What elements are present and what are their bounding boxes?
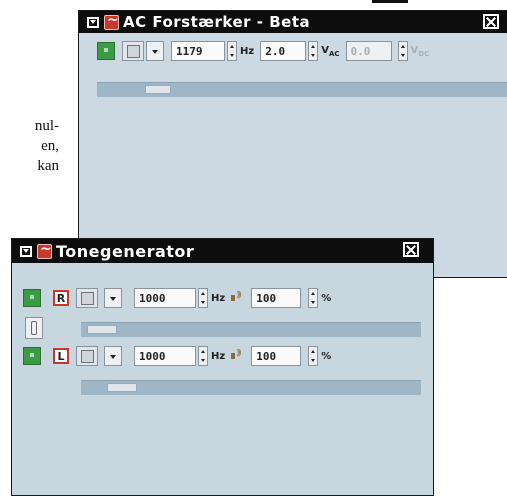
- voltage-unit: VAC: [321, 45, 339, 58]
- slider-thumb[interactable]: [107, 383, 137, 392]
- window-menu-icon[interactable]: [20, 245, 32, 257]
- frequency-slider[interactable]: [97, 82, 507, 97]
- document-text: nul- en, kan: [0, 116, 59, 176]
- voltage-unit-sub: AC: [328, 49, 340, 58]
- spinner-icon[interactable]: [397, 41, 408, 61]
- chevron-down-icon[interactable]: [104, 346, 122, 366]
- slider-thumb[interactable]: [145, 85, 171, 94]
- spinner-icon[interactable]: [308, 288, 319, 308]
- channel-row-r: R 1000 Hz 100 %: [23, 287, 331, 309]
- play-icon[interactable]: [97, 42, 115, 60]
- speaker-icon: [231, 290, 245, 304]
- frequency-unit: Hz: [240, 45, 255, 57]
- volume-unit: %: [321, 292, 332, 304]
- chevron-down-icon[interactable]: [146, 41, 164, 61]
- offset-unit-sub: DC: [418, 49, 430, 58]
- speaker-icon: [231, 348, 245, 362]
- link-channels-icon[interactable]: [25, 317, 43, 339]
- oscilloscope-app-icon: [104, 12, 119, 30]
- frequency-unit: Hz: [211, 350, 226, 362]
- spinner-icon[interactable]: [227, 41, 237, 61]
- frequency-slider-r[interactable]: [81, 322, 421, 337]
- waveform-icon[interactable]: [76, 288, 98, 308]
- offset-unit: VDC: [411, 45, 430, 58]
- volume-field[interactable]: 100: [251, 288, 302, 308]
- play-icon[interactable]: [23, 347, 41, 365]
- chevron-down-icon[interactable]: [104, 288, 122, 308]
- volume-unit: %: [321, 350, 332, 362]
- voltage-unit-text: V: [321, 44, 329, 56]
- spinner-icon[interactable]: [308, 41, 319, 61]
- window-menu-icon[interactable]: [87, 16, 99, 28]
- channel-label: L: [53, 348, 69, 364]
- tone-app-icon: [37, 241, 52, 259]
- title-bar[interactable]: AC Forstærker - Beta: [79, 11, 507, 33]
- spinner-icon[interactable]: [198, 346, 208, 366]
- title-bar[interactable]: Tonegenerator: [12, 239, 433, 263]
- frequency-field[interactable]: 1000: [134, 346, 196, 366]
- frequency-unit: Hz: [211, 292, 226, 304]
- window-title: Tonegenerator: [56, 241, 195, 261]
- close-icon[interactable]: [403, 242, 419, 257]
- channel-label: R: [53, 290, 69, 306]
- channel-row-l: L 1000 Hz 100 %: [23, 345, 331, 367]
- voltage-field[interactable]: 2.0: [260, 41, 307, 61]
- play-icon[interactable]: [23, 289, 41, 307]
- spinner-icon[interactable]: [198, 288, 208, 308]
- doc-line: en,: [41, 138, 59, 154]
- close-icon[interactable]: [483, 14, 499, 29]
- window-title: AC Forstærker - Beta: [123, 13, 311, 31]
- control-row: 1179 Hz 2.0 VAC 0.0 VDC: [97, 40, 429, 62]
- frequency-slider-l[interactable]: [81, 380, 421, 395]
- document-rule: [372, 0, 408, 3]
- tone-generator-window[interactable]: Tonegenerator R 1000 Hz 100 % L 1000 Hz …: [11, 238, 434, 496]
- slider-thumb[interactable]: [87, 325, 117, 334]
- doc-line: kan: [37, 158, 59, 174]
- waveform-icon[interactable]: [122, 41, 144, 61]
- spinner-icon[interactable]: [308, 346, 319, 366]
- waveform-icon[interactable]: [76, 346, 98, 366]
- offset-field[interactable]: 0.0: [345, 41, 392, 61]
- frequency-field[interactable]: 1000: [134, 288, 196, 308]
- doc-line: nul-: [34, 118, 59, 134]
- volume-field[interactable]: 100: [251, 346, 302, 366]
- frequency-field[interactable]: 1179: [171, 41, 225, 61]
